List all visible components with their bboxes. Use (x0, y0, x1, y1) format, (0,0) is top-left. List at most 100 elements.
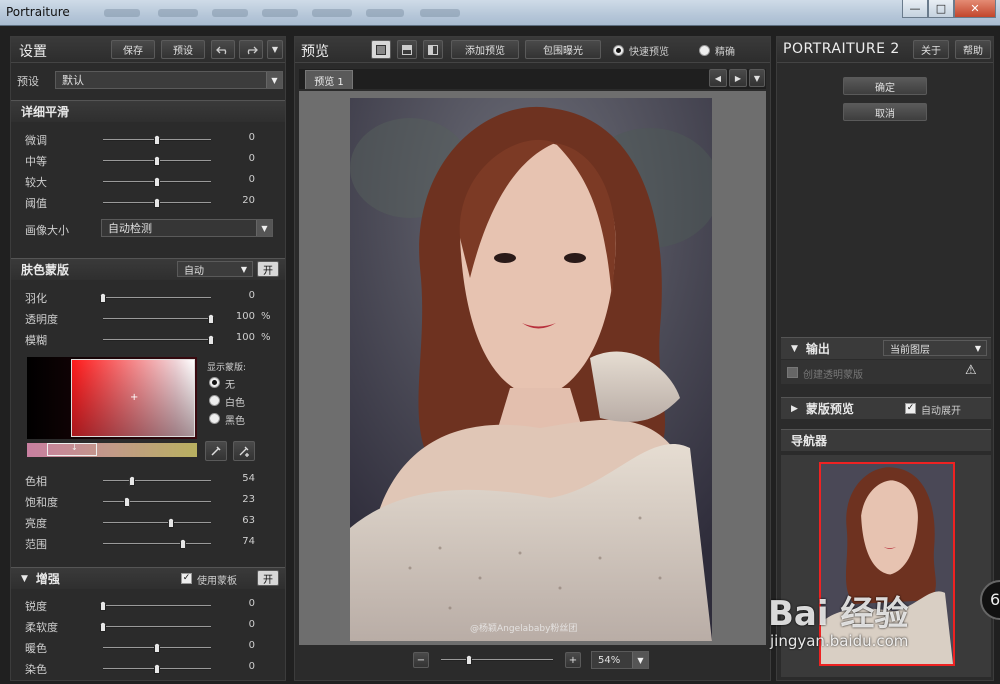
eyedropper-icon[interactable] (205, 441, 227, 461)
slider-knob[interactable] (179, 539, 186, 549)
detail-smoothing-header[interactable]: 详细平滑 (11, 100, 285, 122)
skin-mask-toggle-button[interactable]: 开 (257, 261, 279, 277)
setting-slider[interactable] (103, 198, 211, 208)
slider-knob[interactable] (154, 198, 160, 208)
slider-knob[interactable] (208, 335, 214, 345)
slider-value: 74 (242, 536, 255, 547)
panel-menu-chevron-icon[interactable]: ▼ (267, 40, 283, 59)
maximize-button[interactable]: □ (928, 0, 954, 18)
mask-option-radio[interactable] (209, 395, 220, 406)
setting-slider[interactable] (103, 314, 214, 324)
clip-exposure-button[interactable]: 包围曝光 (525, 40, 601, 59)
slider-knob[interactable] (154, 156, 160, 166)
undo-icon[interactable] (211, 40, 235, 59)
zoom-slider[interactable] (441, 655, 553, 665)
skin-mask-mode-select[interactable]: 自动 ▼ (177, 261, 253, 277)
hue-strip[interactable]: ↓ (27, 443, 197, 457)
slider-knob[interactable] (100, 622, 106, 632)
slider-knob[interactable] (129, 476, 136, 486)
zoom-select[interactable]: 54% ▼ (591, 651, 649, 669)
skin-mask-title: 肤色蒙版 (21, 263, 70, 277)
setting-slider[interactable] (103, 539, 211, 549)
mask-option-radio[interactable] (209, 413, 220, 424)
setting-slider[interactable] (100, 601, 211, 611)
skin-mask-mode-value: 自动 (184, 265, 204, 277)
slider-knob[interactable] (168, 518, 175, 528)
tab-preview-1[interactable]: 预览 1 (305, 70, 353, 89)
detail-smoothing-title: 详细平滑 (21, 105, 70, 119)
preview-canvas[interactable]: @杨颖Angelababy粉丝团 (299, 91, 766, 645)
setting-slider[interactable] (103, 177, 211, 187)
slider-track (103, 543, 211, 545)
help-button[interactable]: 帮助 (955, 40, 991, 59)
zoom-in-button[interactable]: + (565, 652, 581, 668)
auto-expand-checkbox[interactable]: ✓ (905, 403, 916, 414)
enhance-toggle-button[interactable]: 开 (257, 570, 279, 586)
zoom-slider-knob[interactable] (466, 655, 472, 665)
navigator-header[interactable]: 导航器 (781, 429, 991, 451)
slider-label: 范围 (25, 538, 47, 551)
slider-knob[interactable] (154, 664, 160, 674)
output-layer-select[interactable]: 当前图层 ▼ (883, 340, 987, 356)
preset-button[interactable]: 预设 (161, 40, 205, 59)
setting-slider[interactable] (103, 335, 214, 345)
portrait-size-select[interactable]: 自动检测 ▼ (101, 219, 273, 237)
brand-version: 2 (890, 41, 900, 57)
setting-slider[interactable] (100, 622, 211, 632)
split-vertical-icon[interactable] (423, 40, 443, 59)
blurred-menu-item (366, 9, 404, 17)
settings-header: 设置 保存 预设 ▼ (11, 37, 285, 63)
close-button[interactable]: ✕ (954, 0, 996, 18)
slider-knob[interactable] (154, 135, 160, 145)
setting-slider[interactable] (100, 293, 211, 303)
cancel-button[interactable]: 取消 (843, 103, 927, 121)
split-horizontal-icon[interactable] (397, 40, 417, 59)
create-mask-checkbox[interactable] (787, 367, 798, 378)
setting-slider[interactable] (103, 135, 211, 145)
setting-slider[interactable] (103, 518, 211, 528)
slider-knob[interactable] (100, 293, 106, 303)
slider-knob[interactable] (154, 177, 160, 187)
skin-color-range-box[interactable]: + (71, 359, 195, 437)
preset-value: 默认 (62, 74, 84, 87)
slider-value: 20 (242, 195, 255, 206)
enhance-header[interactable]: ▼ 增强 (11, 567, 285, 589)
redo-icon[interactable] (239, 40, 263, 59)
tab-menu-icon[interactable]: ▼ (749, 69, 765, 87)
blurred-menu-item (420, 9, 460, 17)
tab-next-icon[interactable]: ▶ (729, 69, 747, 87)
slider-track (103, 626, 211, 628)
slider-knob[interactable] (154, 643, 160, 653)
skin-color-picker[interactable]: + (27, 357, 197, 439)
save-button[interactable]: 保存 (111, 40, 155, 59)
slider-track (103, 480, 211, 482)
preset-label: 预设 (17, 75, 39, 88)
expand-triangle-icon: ▶ (791, 403, 798, 414)
slider-knob[interactable] (208, 314, 214, 324)
setting-slider[interactable] (103, 664, 211, 674)
minimize-button[interactable]: — (902, 0, 928, 18)
setting-slider[interactable] (103, 476, 211, 486)
setting-slider[interactable] (103, 497, 211, 507)
tab-prev-icon[interactable]: ◀ (709, 69, 727, 87)
precise-radio[interactable] (699, 45, 710, 56)
slider-label: 模糊 (25, 334, 47, 347)
blurred-menu-item (312, 9, 352, 17)
mask-option-radio[interactable] (209, 377, 220, 388)
preset-select[interactable]: 默认 ▼ (55, 71, 283, 89)
slider-value: 0 (248, 153, 255, 164)
ok-button[interactable]: 确定 (843, 77, 927, 95)
setting-slider[interactable] (103, 156, 211, 166)
slider-knob[interactable] (123, 497, 130, 507)
slider-track (103, 339, 211, 341)
setting-slider[interactable] (103, 643, 211, 653)
slider-knob[interactable] (100, 601, 106, 611)
single-view-icon[interactable] (371, 40, 391, 59)
fast-preview-radio[interactable] (613, 45, 624, 56)
eyedropper-add-icon[interactable] (233, 441, 255, 461)
chevron-down-icon: ▼ (632, 652, 648, 668)
zoom-out-button[interactable]: − (413, 652, 429, 668)
use-mask-checkbox[interactable]: ✓ (181, 573, 192, 584)
about-button[interactable]: 关于 (913, 40, 949, 59)
add-preview-button[interactable]: 添加预览 (451, 40, 519, 59)
